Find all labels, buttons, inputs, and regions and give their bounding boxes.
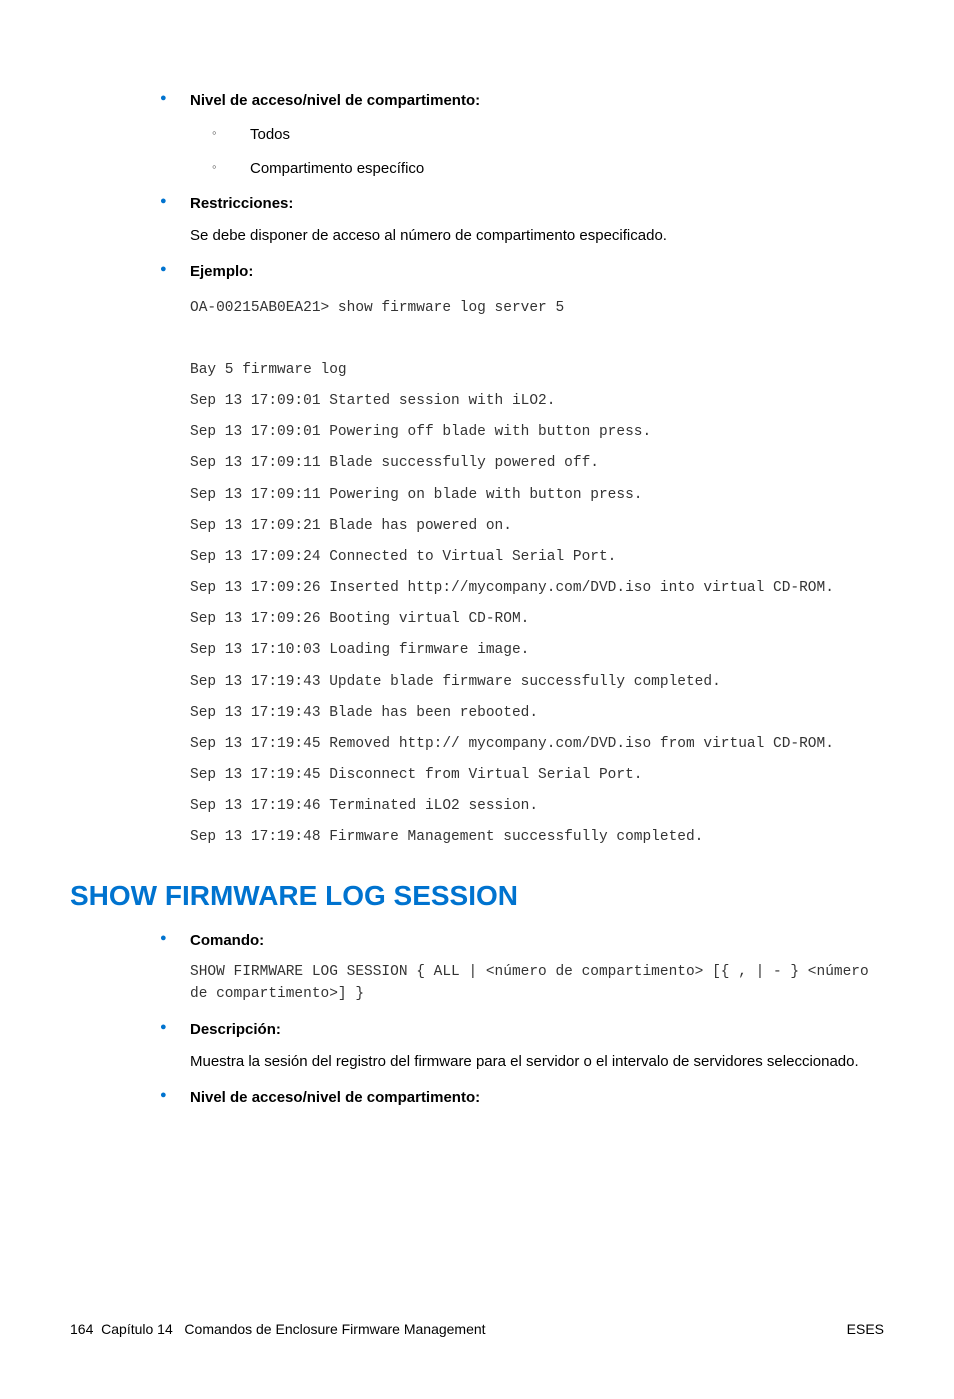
sub-list: Todos Compartimento específico [190, 124, 884, 180]
list-item-access-level-2: Nivel de acceso/nivel de compartimento: [160, 1087, 884, 1109]
label-access-level: Nivel de acceso/nivel de compartimento: [190, 92, 480, 109]
sub-item-todos: Todos [190, 124, 884, 146]
footer-right-text: ESES [847, 1319, 884, 1339]
text-restricciones-body: Se debe disponer de acceso al número de … [190, 225, 884, 247]
sub-item-compartimento: Compartimento específico [190, 158, 884, 180]
list-item-comando: Comando: SHOW FIRMWARE LOG SESSION { ALL… [160, 930, 884, 1005]
list-item-access-level: Nivel de acceso/nivel de compartimento: … [160, 90, 884, 179]
label-comando: Comando: [190, 932, 264, 949]
label-ejemplo: Ejemplo: [190, 263, 253, 280]
bullet-list-2: Comando: SHOW FIRMWARE LOG SESSION { ALL… [160, 930, 884, 1109]
label-restricciones: Restricciones: [190, 195, 293, 212]
page-footer: 164 Capítulo 14 Comandos de Enclosure Fi… [70, 1319, 884, 1339]
list-item-descripcion: Descripción: Muestra la sesión del regis… [160, 1019, 884, 1073]
code-ejemplo: OA-00215AB0EA21> show firmware log serve… [190, 293, 884, 854]
footer-chapter-title: Comandos de Enclosure Firmware Managemen… [184, 1321, 485, 1337]
text-descripcion-body: Muestra la sesión del registro del firmw… [190, 1051, 884, 1073]
list-item-restricciones: Restricciones: Se debe disponer de acces… [160, 193, 884, 247]
code-comando: SHOW FIRMWARE LOG SESSION { ALL | <númer… [190, 962, 884, 1006]
list-item-ejemplo: Ejemplo: OA-00215AB0EA21> show firmware … [160, 261, 884, 854]
label-access-level-2: Nivel de acceso/nivel de compartimento: [190, 1089, 480, 1106]
bullet-list-1: Nivel de acceso/nivel de compartimento: … [160, 90, 884, 854]
footer-page-number: 164 [70, 1321, 93, 1337]
footer-chapter-label: Capítulo 14 [101, 1321, 173, 1337]
section-heading-show-firmware-log-session: SHOW FIRMWARE LOG SESSION [70, 876, 884, 917]
label-descripcion: Descripción: [190, 1021, 281, 1038]
